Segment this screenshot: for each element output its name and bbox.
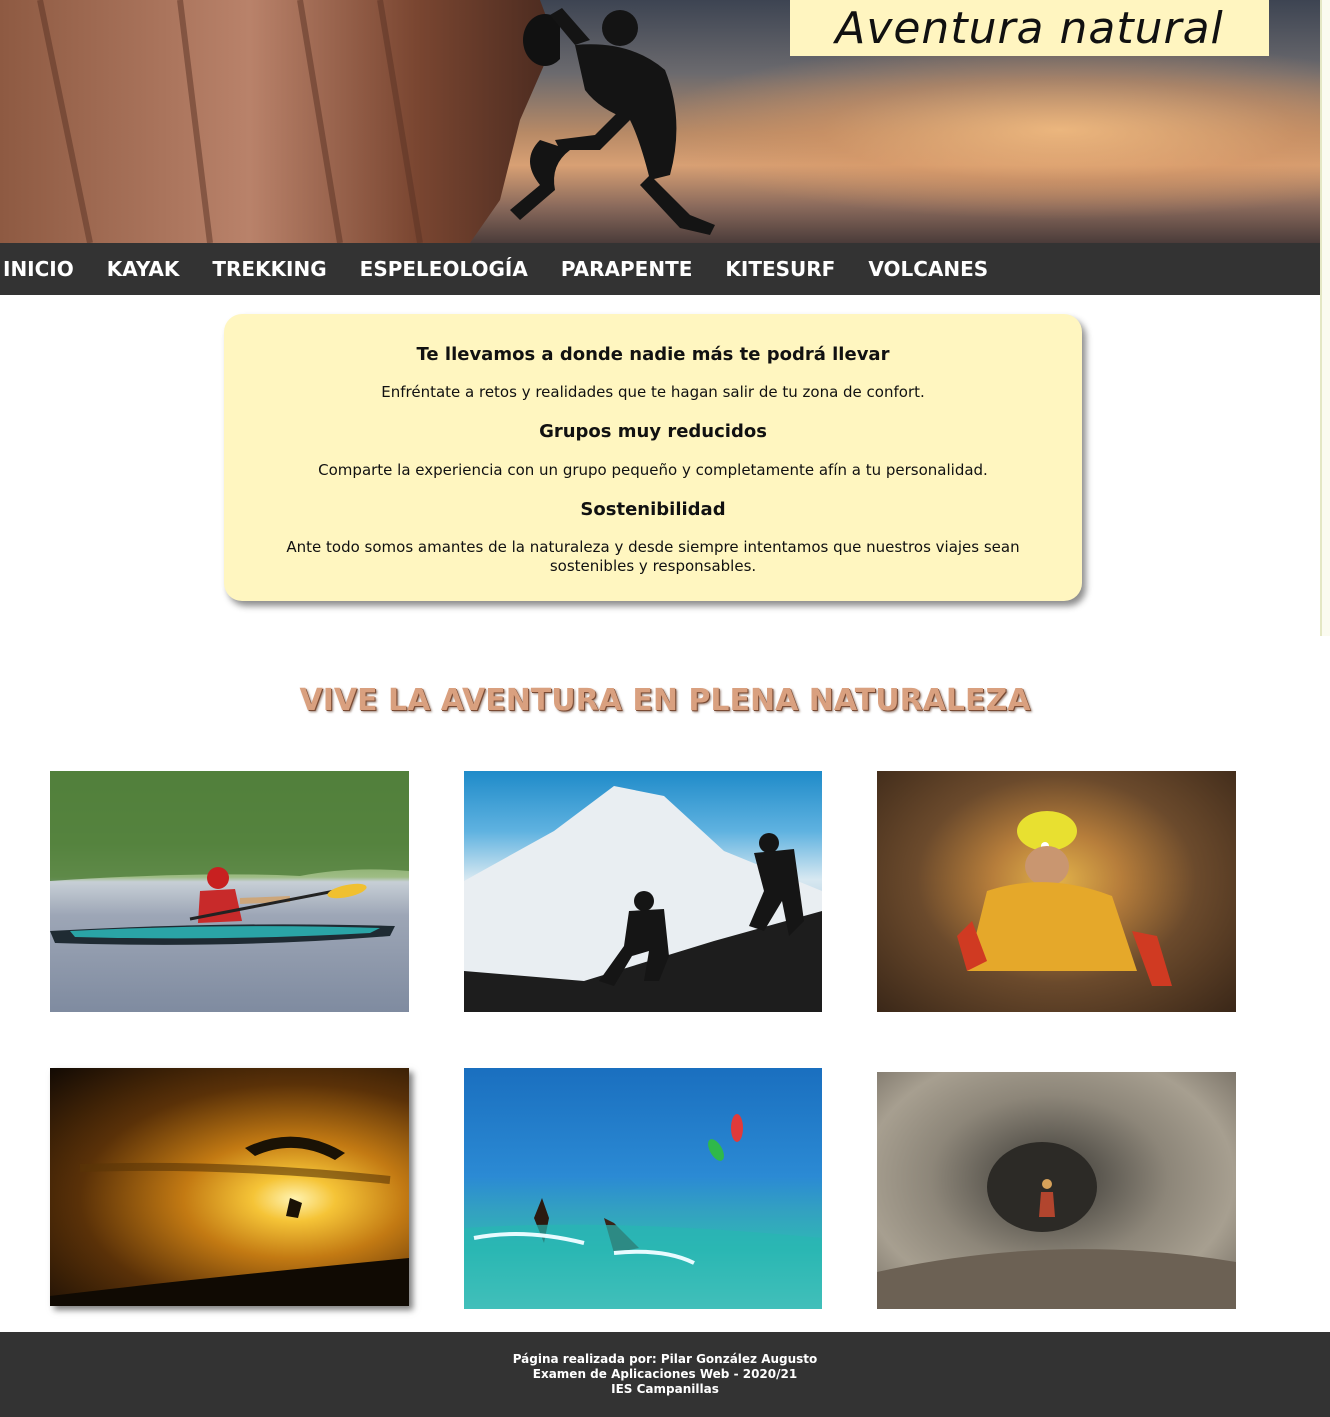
parapente-image[interactable]: [50, 1068, 409, 1306]
card-heading-destination: Te llevamos a donde nadie más te podrá l…: [416, 344, 890, 365]
espeleologia-image[interactable]: [877, 771, 1236, 1012]
site-title: Aventura natural: [835, 2, 1224, 54]
kayak-image[interactable]: [50, 771, 409, 1012]
card-heading-sustainability: Sostenibilidad: [580, 499, 726, 520]
nav-trekking[interactable]: TREKKING: [212, 257, 326, 281]
footer-author: Página realizada por: Pilar González Aug…: [512, 1352, 818, 1366]
rock-climber-image: [0, 0, 560, 243]
sunset-sky: [640, 40, 1320, 220]
nav-inicio[interactable]: INICIO: [3, 257, 74, 281]
climber-silhouette: [510, 8, 715, 235]
card-text-groups: Comparte la experiencia con un grupo peq…: [318, 461, 988, 479]
header-banner: Aventura natural: [0, 0, 1320, 243]
kitesurf-image[interactable]: [464, 1068, 822, 1309]
nav-kayak[interactable]: KAYAK: [107, 257, 180, 281]
page-edge: [1320, 0, 1330, 636]
nav-parapente[interactable]: PARAPENTE: [561, 257, 693, 281]
trekking-image[interactable]: [464, 771, 822, 1012]
section-title: VIVE LA AVENTURA EN PLENA NATURALEZA: [299, 683, 1031, 718]
site-title-box: Aventura natural: [790, 0, 1269, 56]
volcanes-cave-image[interactable]: [877, 1072, 1236, 1309]
card-text-sustainability: Ante todo somos amantes de la naturaleza…: [286, 538, 1020, 575]
nav-kitesurf[interactable]: KITESURF: [725, 257, 835, 281]
card-text-destination: Enfréntate a retos y realidades que te h…: [381, 383, 925, 401]
main-nav: INICIO KAYAK TREKKING ESPELEOLOGÍA PARAP…: [0, 243, 1320, 295]
footer-exam: Examen de Aplicaciones Web - 2020/21: [532, 1367, 798, 1381]
footer: Página realizada por: Pilar González Aug…: [0, 1332, 1330, 1417]
nav-volcanes[interactable]: VOLCANES: [868, 257, 988, 281]
card-heading-groups: Grupos muy reducidos: [539, 421, 767, 442]
nav-espeleologia[interactable]: ESPELEOLOGÍA: [360, 257, 528, 281]
info-card: Te llevamos a donde nadie más te podrá l…: [224, 314, 1082, 601]
footer-school: IES Campanillas: [611, 1382, 719, 1396]
